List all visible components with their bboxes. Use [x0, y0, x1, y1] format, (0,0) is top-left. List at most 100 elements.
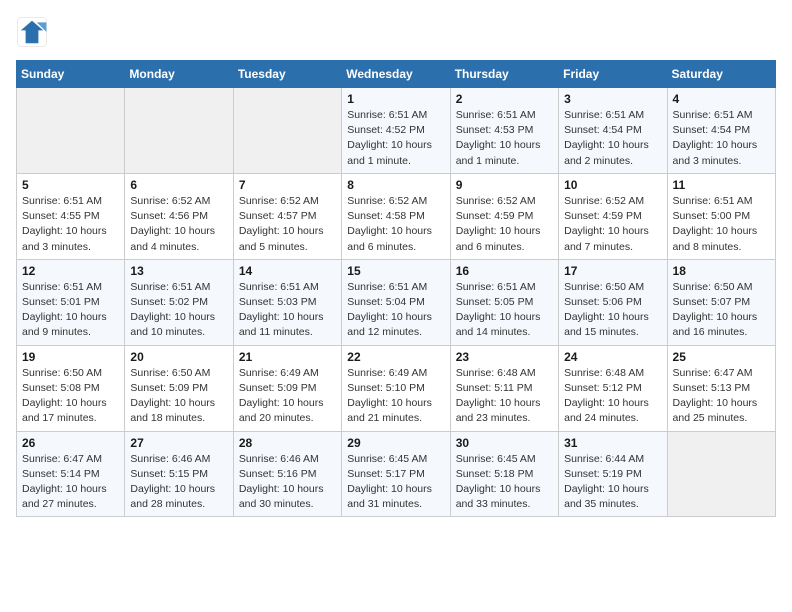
sunset-text: Sunset: 5:01 PM [22, 296, 100, 308]
calendar-cell: 19 Sunrise: 6:50 AM Sunset: 5:08 PM Dayl… [17, 345, 125, 431]
sunset-text: Sunset: 5:16 PM [239, 468, 317, 480]
sunset-text: Sunset: 5:00 PM [673, 210, 751, 222]
sunset-text: Sunset: 4:54 PM [564, 124, 642, 136]
daylight-text: Daylight: 10 hours and 3 minutes. [22, 225, 107, 252]
calendar-cell: 30 Sunrise: 6:45 AM Sunset: 5:18 PM Dayl… [450, 431, 558, 517]
calendar-cell: 21 Sunrise: 6:49 AM Sunset: 5:09 PM Dayl… [233, 345, 341, 431]
sunset-text: Sunset: 5:17 PM [347, 468, 425, 480]
sunset-text: Sunset: 4:59 PM [456, 210, 534, 222]
sunset-text: Sunset: 5:09 PM [130, 382, 208, 394]
sunset-text: Sunset: 5:02 PM [130, 296, 208, 308]
daylight-text: Daylight: 10 hours and 6 minutes. [347, 225, 432, 252]
calendar-cell: 28 Sunrise: 6:46 AM Sunset: 5:16 PM Dayl… [233, 431, 341, 517]
sunrise-text: Sunrise: 6:51 AM [673, 195, 753, 207]
day-number: 19 [22, 350, 119, 364]
sunset-text: Sunset: 4:59 PM [564, 210, 642, 222]
sunset-text: Sunset: 5:06 PM [564, 296, 642, 308]
sunset-text: Sunset: 5:10 PM [347, 382, 425, 394]
sunrise-text: Sunrise: 6:51 AM [239, 281, 319, 293]
calendar-cell: 14 Sunrise: 6:51 AM Sunset: 5:03 PM Dayl… [233, 259, 341, 345]
daylight-text: Daylight: 10 hours and 10 minutes. [130, 311, 215, 338]
sunrise-text: Sunrise: 6:47 AM [673, 367, 753, 379]
sunrise-text: Sunrise: 6:50 AM [564, 281, 644, 293]
calendar-cell: 24 Sunrise: 6:48 AM Sunset: 5:12 PM Dayl… [559, 345, 667, 431]
day-number: 15 [347, 264, 444, 278]
sunset-text: Sunset: 5:19 PM [564, 468, 642, 480]
daylight-text: Daylight: 10 hours and 28 minutes. [130, 483, 215, 510]
sunrise-text: Sunrise: 6:45 AM [347, 453, 427, 465]
sunset-text: Sunset: 4:58 PM [347, 210, 425, 222]
day-number: 17 [564, 264, 661, 278]
daylight-text: Daylight: 10 hours and 11 minutes. [239, 311, 324, 338]
col-header-monday: Monday [125, 61, 233, 88]
daylight-text: Daylight: 10 hours and 1 minute. [456, 139, 541, 166]
sunrise-text: Sunrise: 6:46 AM [130, 453, 210, 465]
calendar-cell: 25 Sunrise: 6:47 AM Sunset: 5:13 PM Dayl… [667, 345, 775, 431]
sunset-text: Sunset: 5:04 PM [347, 296, 425, 308]
day-number: 21 [239, 350, 336, 364]
day-number: 23 [456, 350, 553, 364]
sunrise-text: Sunrise: 6:52 AM [456, 195, 536, 207]
sunset-text: Sunset: 4:55 PM [22, 210, 100, 222]
calendar-cell: 13 Sunrise: 6:51 AM Sunset: 5:02 PM Dayl… [125, 259, 233, 345]
daylight-text: Daylight: 10 hours and 5 minutes. [239, 225, 324, 252]
week-row: 26 Sunrise: 6:47 AM Sunset: 5:14 PM Dayl… [17, 431, 776, 517]
day-number: 26 [22, 436, 119, 450]
daylight-text: Daylight: 10 hours and 16 minutes. [673, 311, 758, 338]
day-number: 22 [347, 350, 444, 364]
sunrise-text: Sunrise: 6:51 AM [673, 109, 753, 121]
calendar-cell: 20 Sunrise: 6:50 AM Sunset: 5:09 PM Dayl… [125, 345, 233, 431]
sunset-text: Sunset: 5:13 PM [673, 382, 751, 394]
calendar-cell: 9 Sunrise: 6:52 AM Sunset: 4:59 PM Dayli… [450, 173, 558, 259]
week-row: 5 Sunrise: 6:51 AM Sunset: 4:55 PM Dayli… [17, 173, 776, 259]
calendar-cell [17, 88, 125, 174]
daylight-text: Daylight: 10 hours and 2 minutes. [564, 139, 649, 166]
day-number: 10 [564, 178, 661, 192]
calendar-cell: 2 Sunrise: 6:51 AM Sunset: 4:53 PM Dayli… [450, 88, 558, 174]
sunset-text: Sunset: 5:03 PM [239, 296, 317, 308]
sunrise-text: Sunrise: 6:46 AM [239, 453, 319, 465]
daylight-text: Daylight: 10 hours and 24 minutes. [564, 397, 649, 424]
calendar-cell: 3 Sunrise: 6:51 AM Sunset: 4:54 PM Dayli… [559, 88, 667, 174]
daylight-text: Daylight: 10 hours and 1 minute. [347, 139, 432, 166]
day-number: 6 [130, 178, 227, 192]
sunrise-text: Sunrise: 6:50 AM [22, 367, 102, 379]
daylight-text: Daylight: 10 hours and 23 minutes. [456, 397, 541, 424]
sunrise-text: Sunrise: 6:51 AM [564, 109, 644, 121]
daylight-text: Daylight: 10 hours and 35 minutes. [564, 483, 649, 510]
calendar-cell: 17 Sunrise: 6:50 AM Sunset: 5:06 PM Dayl… [559, 259, 667, 345]
daylight-text: Daylight: 10 hours and 8 minutes. [673, 225, 758, 252]
calendar-cell: 27 Sunrise: 6:46 AM Sunset: 5:15 PM Dayl… [125, 431, 233, 517]
day-number: 28 [239, 436, 336, 450]
calendar-cell: 15 Sunrise: 6:51 AM Sunset: 5:04 PM Dayl… [342, 259, 450, 345]
sunrise-text: Sunrise: 6:52 AM [130, 195, 210, 207]
sunrise-text: Sunrise: 6:51 AM [456, 281, 536, 293]
week-row: 12 Sunrise: 6:51 AM Sunset: 5:01 PM Dayl… [17, 259, 776, 345]
sunrise-text: Sunrise: 6:49 AM [347, 367, 427, 379]
day-number: 4 [673, 92, 770, 106]
sunrise-text: Sunrise: 6:44 AM [564, 453, 644, 465]
header-row: SundayMondayTuesdayWednesdayThursdayFrid… [17, 61, 776, 88]
sunset-text: Sunset: 5:15 PM [130, 468, 208, 480]
col-header-thursday: Thursday [450, 61, 558, 88]
daylight-text: Daylight: 10 hours and 33 minutes. [456, 483, 541, 510]
daylight-text: Daylight: 10 hours and 14 minutes. [456, 311, 541, 338]
sunrise-text: Sunrise: 6:51 AM [22, 195, 102, 207]
sunrise-text: Sunrise: 6:51 AM [347, 109, 427, 121]
daylight-text: Daylight: 10 hours and 17 minutes. [22, 397, 107, 424]
sunrise-text: Sunrise: 6:49 AM [239, 367, 319, 379]
day-number: 20 [130, 350, 227, 364]
sunrise-text: Sunrise: 6:52 AM [239, 195, 319, 207]
col-header-saturday: Saturday [667, 61, 775, 88]
day-number: 24 [564, 350, 661, 364]
day-number: 14 [239, 264, 336, 278]
daylight-text: Daylight: 10 hours and 9 minutes. [22, 311, 107, 338]
day-number: 25 [673, 350, 770, 364]
calendar-table: SundayMondayTuesdayWednesdayThursdayFrid… [16, 60, 776, 517]
sunset-text: Sunset: 5:11 PM [456, 382, 533, 394]
logo-icon [16, 16, 48, 48]
daylight-text: Daylight: 10 hours and 21 minutes. [347, 397, 432, 424]
daylight-text: Daylight: 10 hours and 4 minutes. [130, 225, 215, 252]
sunset-text: Sunset: 5:09 PM [239, 382, 317, 394]
calendar-cell: 12 Sunrise: 6:51 AM Sunset: 5:01 PM Dayl… [17, 259, 125, 345]
